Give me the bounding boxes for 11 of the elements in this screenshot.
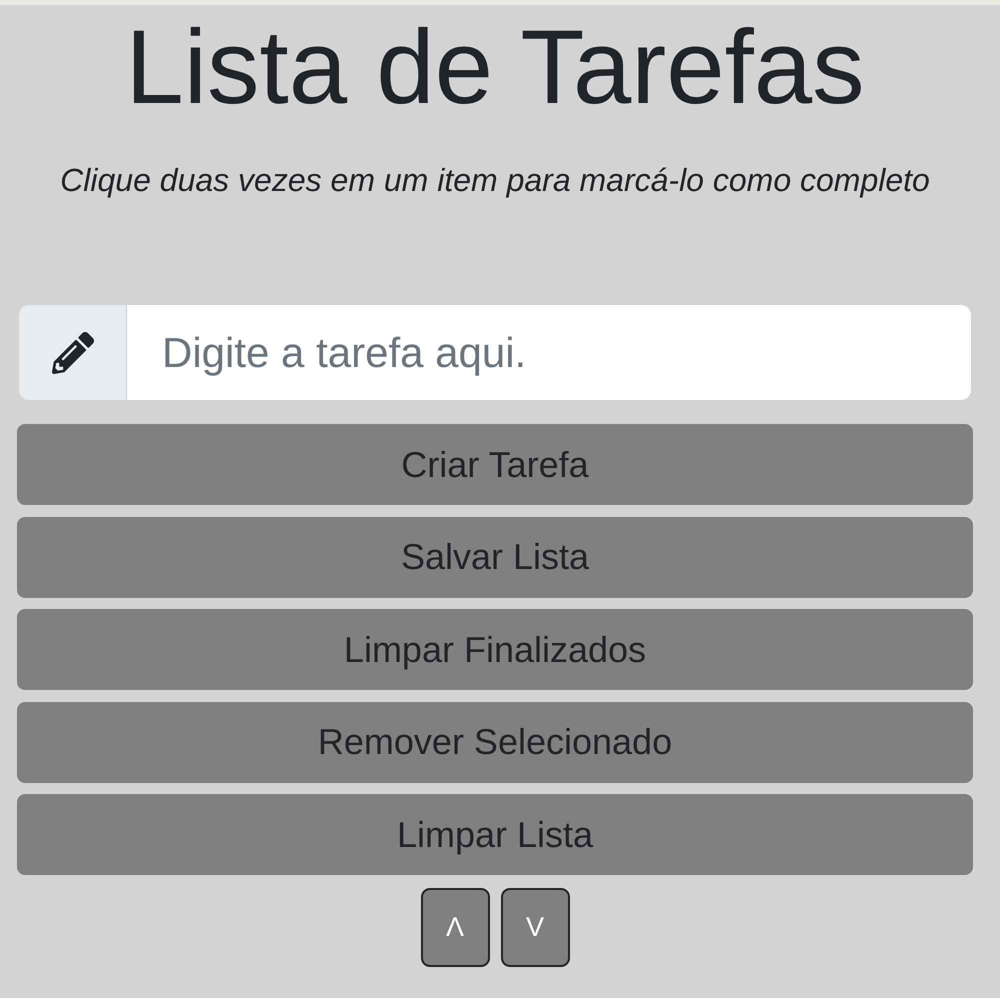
action-button[interactable]: Remover Selecionado bbox=[17, 702, 973, 782]
move-up-button[interactable]: Λ bbox=[420, 888, 490, 967]
move-down-button[interactable]: V bbox=[500, 888, 570, 967]
action-button[interactable]: Salvar Lista bbox=[17, 516, 973, 598]
action-button[interactable]: Criar Tarefa bbox=[17, 424, 973, 505]
action-button[interactable]: Limpar Finalizados bbox=[17, 609, 973, 690]
task-input-field[interactable]: Digite a tarefa aqui. bbox=[127, 305, 971, 400]
action-button[interactable]: Limpar Lista bbox=[17, 794, 973, 875]
page-title: Lista de Tarefas bbox=[125, 8, 865, 128]
instruction-text: Clique duas vezes em um item para marcá-lo como completo bbox=[60, 161, 930, 199]
pencil-icon bbox=[52, 332, 94, 374]
